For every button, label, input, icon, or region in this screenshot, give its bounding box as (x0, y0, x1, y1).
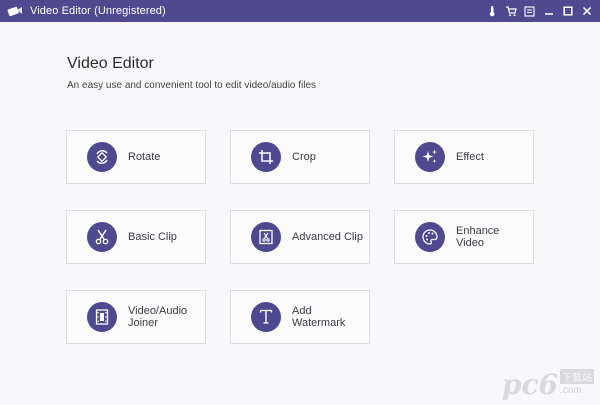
site-watermark: pc6 下载站 .com (502, 369, 594, 399)
sparkle-icon (415, 142, 445, 172)
rotate-icon (87, 142, 117, 172)
add-watermark-label: Add Watermark (292, 305, 346, 329)
page-title: Video Editor (67, 55, 154, 72)
crop-icon (251, 142, 281, 172)
effect-label: Effect (456, 151, 484, 163)
enhance-video-label: Enhance Video (456, 225, 500, 249)
title-bar: Video Editor (Unregistered) (0, 0, 600, 22)
page-subtitle: An easy use and convenient tool to edit … (67, 80, 317, 91)
watermark-text: pc6 (501, 368, 558, 401)
basic-clip-label: Basic Clip (128, 231, 177, 243)
crop-button[interactable]: Crop (230, 130, 370, 184)
advanced-clip-button[interactable]: Advanced Clip (230, 210, 370, 264)
minimize-icon[interactable] (539, 0, 558, 22)
thermometer-icon[interactable] (482, 0, 501, 22)
text-t-icon (251, 302, 281, 332)
advanced-clip-icon (251, 222, 281, 252)
maximize-icon[interactable] (558, 0, 577, 22)
film-icon (87, 302, 117, 332)
rotate-button[interactable]: Rotate (66, 130, 206, 184)
effect-button[interactable]: Effect (394, 130, 534, 184)
watermark-domain: .com (560, 385, 582, 396)
feedback-icon[interactable] (520, 0, 539, 22)
video-audio-joiner-label: Video/Audio Joiner (128, 305, 188, 329)
rotate-label: Rotate (128, 151, 161, 163)
scissors-icon (87, 222, 117, 252)
video-audio-joiner-button[interactable]: Video/Audio Joiner (66, 290, 206, 344)
app-logo-icon (6, 4, 24, 18)
crop-label: Crop (292, 151, 316, 163)
window-title: Video Editor (Unregistered) (30, 5, 166, 17)
watermark-side: 下载站 .com (558, 369, 594, 399)
close-icon[interactable] (577, 0, 596, 22)
watermark-sub: 下载站 (560, 369, 594, 384)
cart-icon[interactable] (501, 0, 520, 22)
basic-clip-button[interactable]: Basic Clip (66, 210, 206, 264)
palette-icon (415, 222, 445, 252)
window-controls (482, 0, 596, 22)
enhance-video-button[interactable]: Enhance Video (394, 210, 534, 264)
advanced-clip-label: Advanced Clip (292, 231, 363, 243)
header: Video Editor An easy use and convenient … (67, 55, 316, 91)
add-watermark-button[interactable]: Add Watermark (230, 290, 370, 344)
